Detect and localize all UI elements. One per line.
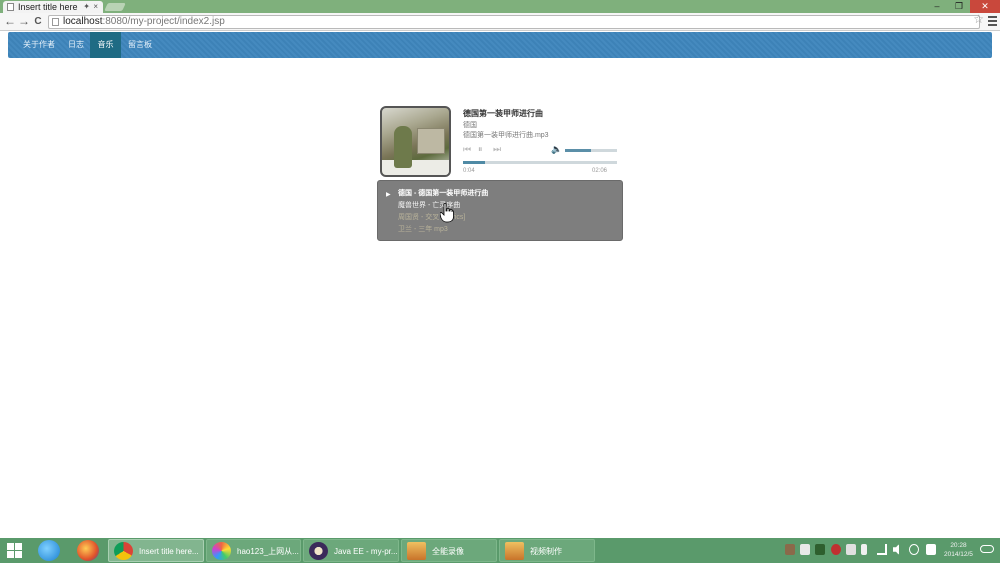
song-filename: 德国第一装甲师进行曲.mp3: [463, 132, 549, 139]
playlist-item[interactable]: 周国贤 - 交叉 - [lyrics]: [398, 212, 465, 222]
tab-pin-icon[interactable]: ✦: [83, 1, 90, 13]
browser-menu-icon[interactable]: [988, 16, 997, 28]
url-host: localhost: [63, 16, 103, 27]
chrome-icon: [114, 542, 133, 560]
taskbar-task-recorder[interactable]: 全能录像: [401, 539, 497, 562]
tray-usb-icon[interactable]: [861, 544, 867, 555]
forward-button[interactable]: →: [17, 14, 31, 29]
taskbar-task-hao123[interactable]: hao123_上网从...: [206, 539, 301, 562]
nav-item-about-author[interactable]: 关于作者: [16, 32, 62, 58]
tab-title: Insert title here: [18, 2, 78, 12]
volume-icon[interactable]: 🔈: [551, 144, 562, 155]
volume-slider[interactable]: [565, 149, 617, 152]
internet-explorer-icon[interactable]: [38, 540, 60, 561]
playback-progress: [463, 161, 485, 164]
pause-icon[interactable]: ⏸: [478, 144, 483, 155]
tray-security-icon[interactable]: [831, 544, 841, 555]
back-button[interactable]: ←: [3, 14, 17, 29]
new-tab-button[interactable]: [104, 3, 126, 11]
nav-item-guestbook[interactable]: 留言板: [121, 32, 159, 58]
firefox-icon[interactable]: [77, 540, 99, 561]
tray-flag-icon[interactable]: [846, 544, 856, 555]
playlist: ▶ 德国 - 德国第一装甲师进行曲 魔兽世界 - 亡灵序曲 周国贤 - 交叉 -…: [377, 180, 623, 241]
bookmark-star-icon[interactable]: ☆: [973, 13, 984, 26]
taskbar-task-video-maker[interactable]: 视频制作: [499, 539, 595, 562]
start-button[interactable]: [7, 543, 23, 558]
url-path: :8080/my-project/index2.jsp: [102, 16, 225, 27]
page-icon: [7, 3, 14, 11]
windows-taskbar: Insert title here... hao123_上网从... Java …: [0, 538, 1000, 563]
clock-date: 2014/12/5: [944, 551, 973, 558]
taskbar-clock[interactable]: 20:28 2014/12/5: [944, 541, 973, 559]
network-signal-icon[interactable]: [877, 544, 887, 555]
playlist-item[interactable]: 德国 - 德国第一装甲师进行曲: [398, 188, 488, 198]
window-controls: – ❐ ✕: [926, 0, 1000, 13]
music-player: 德国第一装甲师进行曲 德国 德国第一装甲师进行曲.mp3 ⏮ ⏸ ⏭ 🔈 0:0…: [380, 104, 620, 179]
tab-close-icon[interactable]: ×: [93, 1, 98, 13]
current-time: 0:04: [463, 168, 475, 174]
cloud-icon[interactable]: [980, 545, 994, 553]
taskbar-task-chrome[interactable]: Insert title here...: [108, 539, 204, 562]
hao123-icon: [212, 542, 231, 560]
browser-tab-strip: Insert title here ✦ × – ❐ ✕: [0, 0, 1000, 13]
clock-time: 20:28: [950, 542, 967, 549]
volume-level: [565, 149, 591, 152]
tray-input-icon[interactable]: [926, 544, 936, 555]
video-maker-icon: [505, 542, 524, 560]
playback-progress-bar[interactable]: [463, 161, 617, 164]
recorder-icon: [407, 542, 426, 560]
previous-track-icon[interactable]: ⏮: [463, 144, 471, 155]
next-track-icon[interactable]: ⏭: [493, 144, 501, 155]
reload-button[interactable]: C: [31, 14, 45, 29]
browser-toolbar: ← → C localhost:8080/my-project/index2.j…: [0, 13, 1000, 31]
browser-tab[interactable]: Insert title here ✦ ×: [3, 1, 103, 13]
tray-monitor-icon[interactable]: [815, 544, 825, 555]
taskbar-task-eclipse[interactable]: Java EE - my-pr...: [303, 539, 399, 562]
total-time: 02:06: [592, 168, 608, 174]
maximize-button[interactable]: ❐: [948, 0, 970, 13]
eclipse-icon: [309, 542, 328, 560]
volume-tray-icon[interactable]: [893, 544, 899, 555]
minimize-button[interactable]: –: [926, 0, 948, 13]
tray-status-icon[interactable]: [909, 544, 919, 555]
address-bar[interactable]: localhost:8080/my-project/index2.jsp: [48, 15, 980, 29]
song-artist: 德国: [463, 122, 477, 129]
tray-lock-icon[interactable]: [800, 544, 810, 555]
site-navbar: 关于作者 日志 音乐 留言板: [8, 32, 992, 58]
album-cover: [380, 106, 451, 177]
tray-app-icon[interactable]: [785, 544, 795, 555]
now-playing-marker-icon: ▶: [386, 192, 391, 198]
hand-cursor-icon: [440, 203, 454, 223]
song-title: 德国第一装甲师进行曲: [463, 109, 543, 118]
playlist-item[interactable]: 卫兰 - 三年 mp3: [398, 224, 448, 234]
nav-item-blog[interactable]: 日志: [62, 32, 90, 58]
nav-item-music[interactable]: 音乐: [90, 32, 121, 58]
page-icon: [52, 18, 59, 26]
